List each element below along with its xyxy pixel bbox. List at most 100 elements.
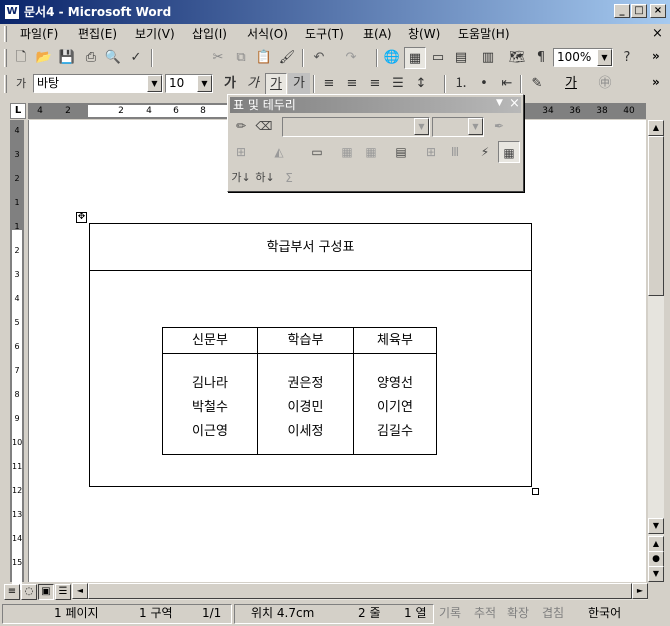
hyperlink-icon[interactable]: 🌐 <box>381 47 403 69</box>
draw-table-pencil-icon[interactable]: ✏ <box>230 115 252 137</box>
split-cells-icon[interactable]: ▦ <box>360 141 382 163</box>
name-cell[interactable]: 권은정 <box>258 372 353 391</box>
close-button[interactable]: × <box>650 4 666 18</box>
name-cell[interactable]: 박철수 <box>163 396 257 415</box>
name-cell[interactable]: 이경민 <box>258 396 353 415</box>
tables-borders-titlebar[interactable]: 표 및 테두리 <box>230 97 521 113</box>
table-autoformat-icon[interactable]: ⚡ <box>474 141 496 163</box>
header-cell-newspaper[interactable]: 신문부 <box>163 328 257 353</box>
word-app-icon[interactable]: W <box>4 4 20 20</box>
eraser-icon[interactable]: ⌫ <box>253 115 275 137</box>
copy-icon[interactable]: ⧉ <box>230 47 252 69</box>
horizontal-scrollbar[interactable]: ◄ ► <box>72 583 648 600</box>
distribute-rows-icon[interactable]: ⊞ <box>420 141 442 163</box>
web-view-icon[interactable]: ◌ <box>21 584 37 600</box>
distribute-columns-icon[interactable]: Ⅲ <box>444 141 466 163</box>
scroll-right-icon[interactable]: ► <box>632 583 648 599</box>
more-buttons-icon[interactable]: » <box>652 49 660 63</box>
merge-cells-icon[interactable]: ▦ <box>336 141 358 163</box>
chevron-down-icon[interactable]: ▼ <box>414 118 429 135</box>
enclosed-char-icon[interactable]: ㊥ <box>594 73 616 95</box>
print-icon[interactable]: ⎙ <box>80 47 102 69</box>
line-style-combo[interactable]: ▼ <box>282 117 430 137</box>
help-icon[interactable]: ? <box>616 47 638 69</box>
menu-help[interactable]: 도움말(H) <box>458 26 510 42</box>
bullets-icon[interactable]: • <box>473 73 495 95</box>
save-icon[interactable]: 💾 <box>56 47 78 69</box>
align-right-icon[interactable]: ≡ <box>364 73 386 95</box>
menu-format[interactable]: 서식(O) <box>247 26 288 42</box>
scroll-thumb[interactable] <box>648 136 664 296</box>
tab-selector[interactable]: L <box>10 103 26 119</box>
underline-button[interactable]: 가 <box>265 73 287 95</box>
name-cell[interactable]: 양영선 <box>354 372 436 391</box>
prev-page-icon[interactable]: ▲ <box>648 536 664 552</box>
next-page-icon[interactable]: ▼ <box>648 566 664 582</box>
toolbar-grip[interactable] <box>4 75 7 93</box>
menu-window[interactable]: 창(W) <box>408 26 440 42</box>
distribute-icon[interactable]: ☰ <box>387 73 409 95</box>
table-move-handle-icon[interactable]: ✥ <box>76 212 87 223</box>
browse-object-icon[interactable]: ● <box>648 551 664 567</box>
header-cell-sports[interactable]: 체육부 <box>354 328 436 353</box>
table-title-cell[interactable]: 학급부서 구성표 <box>90 224 531 271</box>
line-spacing-icon[interactable]: ↕ <box>410 73 432 95</box>
vertical-scrollbar[interactable]: ▲ ▼ ▲ ● ▼ <box>648 120 664 582</box>
font-color-button[interactable]: 가 <box>560 73 582 95</box>
columns-icon[interactable]: ▥ <box>477 47 499 69</box>
zoom-combo[interactable]: 100% ▼ <box>553 48 613 67</box>
hscroll-thumb[interactable] <box>88 583 632 599</box>
maximize-button[interactable]: □ <box>631 4 647 18</box>
inner-table[interactable]: 신문부 학습부 체육부 김나라 박철수 이근영 권은정 이경민 이세정 양영선 … <box>162 327 437 455</box>
insert-excel-icon[interactable]: ▤ <box>450 47 472 69</box>
new-doc-icon[interactable]: 🗋 <box>10 47 32 69</box>
vertical-ruler[interactable]: 4 3 2 1 1 2 3 4 5 6 7 8 9 10 11 12 13 14 15 <box>10 120 24 590</box>
italic-button[interactable]: 가 <box>242 73 264 95</box>
document-map-icon[interactable]: 🗺 <box>506 47 528 69</box>
more-buttons-icon[interactable]: » <box>652 75 660 89</box>
name-cell[interactable]: 이세정 <box>258 420 353 439</box>
char-shading-button[interactable]: 가 <box>288 73 310 95</box>
header-cell-study[interactable]: 학습부 <box>258 328 353 353</box>
menu-file[interactable]: 파일(F) <box>20 26 58 42</box>
chevron-down-icon[interactable]: ▼ <box>147 75 162 92</box>
table-resize-handle[interactable] <box>532 488 539 495</box>
autosum-icon[interactable]: Σ <box>278 167 300 189</box>
font-combo[interactable]: 바탕 ▼ <box>33 74 163 93</box>
paste-icon[interactable]: 📋 <box>253 47 275 69</box>
menu-edit[interactable]: 편집(E) <box>78 26 117 42</box>
numbering-icon[interactable]: ⒈ <box>450 73 472 95</box>
minimize-button[interactable]: _ <box>614 4 630 18</box>
menu-insert[interactable]: 삽입(I) <box>192 26 227 42</box>
bold-button[interactable]: 가 <box>219 73 241 95</box>
decrease-indent-icon[interactable]: ⇤ <box>496 73 518 95</box>
chevron-down-icon[interactable]: ▼ <box>597 49 612 66</box>
insert-table-icon[interactable]: ▭ <box>427 47 449 69</box>
name-cell[interactable]: 이기연 <box>354 396 436 415</box>
align-center-icon[interactable]: ≡ <box>341 73 363 95</box>
border-icon[interactable]: ⊞ <box>230 141 252 163</box>
print-layout-icon[interactable]: ▣ <box>38 584 54 600</box>
tables-borders-toolbar[interactable]: 표 및 테두리 ▼ × ✏ ⌫ ▼ ▼ ✒ ⊞ ◭ ▭ ▦ ▦ ▤ ⊞ Ⅲ ⚡ … <box>227 94 524 192</box>
show-hide-icon[interactable]: ¶ <box>530 47 552 69</box>
tables-borders-icon[interactable]: ▦ <box>404 47 426 69</box>
line-weight-combo[interactable]: ▼ <box>432 117 484 137</box>
justify-icon[interactable]: ≡ <box>318 73 340 95</box>
doc-close-icon[interactable]: × <box>652 26 663 41</box>
name-cell[interactable]: 김길수 <box>354 420 436 439</box>
insert-table-icon[interactable]: ▭ <box>306 141 328 163</box>
print-preview-icon[interactable]: 🔍 <box>102 47 124 69</box>
name-cell[interactable]: 이근영 <box>163 420 257 439</box>
align-icon[interactable]: ▤ <box>390 141 412 163</box>
shading-color-icon[interactable]: ◭ <box>268 141 290 163</box>
font-size-combo[interactable]: 10 ▼ <box>165 74 213 93</box>
show-gridlines-icon[interactable]: ▦ <box>498 141 520 163</box>
status-overtype[interactable]: 겹침 <box>542 604 564 622</box>
spelling-icon[interactable]: ✓ <box>125 47 147 69</box>
redo-icon[interactable]: ↷ <box>340 47 362 69</box>
status-track[interactable]: 추적 <box>474 604 496 622</box>
status-record[interactable]: 기록 <box>439 604 461 622</box>
open-folder-icon[interactable]: 📂 <box>33 47 55 69</box>
outer-table[interactable]: 학급부서 구성표 신문부 학습부 체육부 김나라 박철수 이근영 권은정 이경민… <box>89 223 532 487</box>
menu-table[interactable]: 표(A) <box>363 26 392 42</box>
